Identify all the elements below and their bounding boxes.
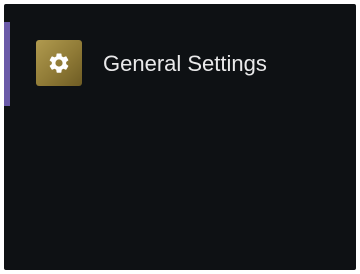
settings-menu-panel: General Settings <box>4 4 356 270</box>
menu-item-label: General Settings <box>103 51 267 76</box>
menu-item-general-settings[interactable]: General Settings <box>4 22 356 106</box>
gear-icon <box>36 40 82 86</box>
active-indicator-bar <box>4 22 10 106</box>
